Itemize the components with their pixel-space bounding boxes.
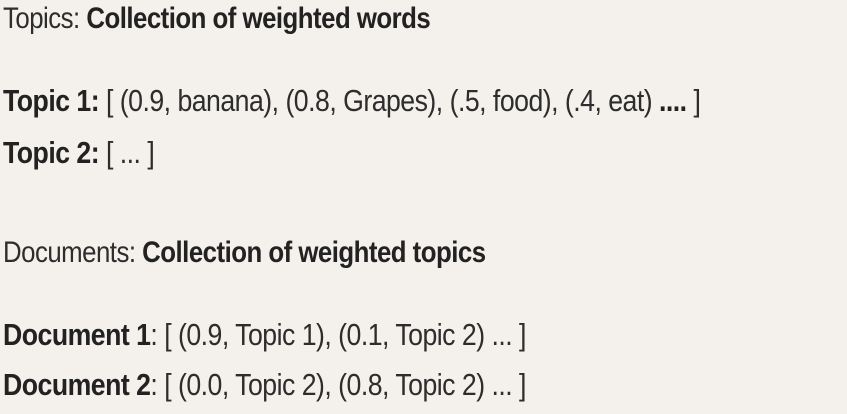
topic-2-label: Topic 2: bbox=[3, 135, 100, 170]
topic-2-row: Topic 2: [ ... ] bbox=[3, 135, 155, 171]
documents-heading-label: Documents: bbox=[3, 236, 136, 269]
documents-heading-description: Collection of weighted topics bbox=[142, 236, 486, 269]
topics-heading: Topics: Collection of weighted words bbox=[3, 1, 431, 37]
topics-heading-description: Collection of weighted words bbox=[86, 2, 431, 35]
topic-1-content: [ (0.9, banana), (0.8, Grapes), (.5, foo… bbox=[105, 83, 660, 118]
topic-2-content: [ ... ] bbox=[105, 135, 155, 170]
document-1-content: : [ (0.9, Topic 1), (0.1, Topic 2) ... ] bbox=[150, 317, 526, 352]
document-2-content: : [ (0.0, Topic 2), (0.8, Topic 2) ... ] bbox=[150, 367, 526, 402]
document-1-row: Document 1: [ (0.9, Topic 1), (0.1, Topi… bbox=[3, 317, 526, 353]
document-1-label: Document 1 bbox=[3, 317, 151, 352]
topic-1-row: Topic 1: [ (0.9, banana), (0.8, Grapes),… bbox=[3, 83, 701, 119]
document-2-row: Document 2: [ (0.0, Topic 2), (0.8, Topi… bbox=[3, 367, 526, 403]
slide: Topics: Collection of weighted words Top… bbox=[0, 0, 847, 414]
topics-heading-label: Topics: bbox=[3, 2, 80, 35]
documents-heading: Documents: Collection of weighted topics bbox=[3, 235, 486, 271]
topic-1-label: Topic 1: bbox=[3, 83, 100, 118]
document-2-label: Document 2 bbox=[3, 367, 151, 402]
topic-1-ellipsis: .... bbox=[659, 83, 687, 118]
topic-1-close-bracket: ] bbox=[686, 83, 701, 118]
